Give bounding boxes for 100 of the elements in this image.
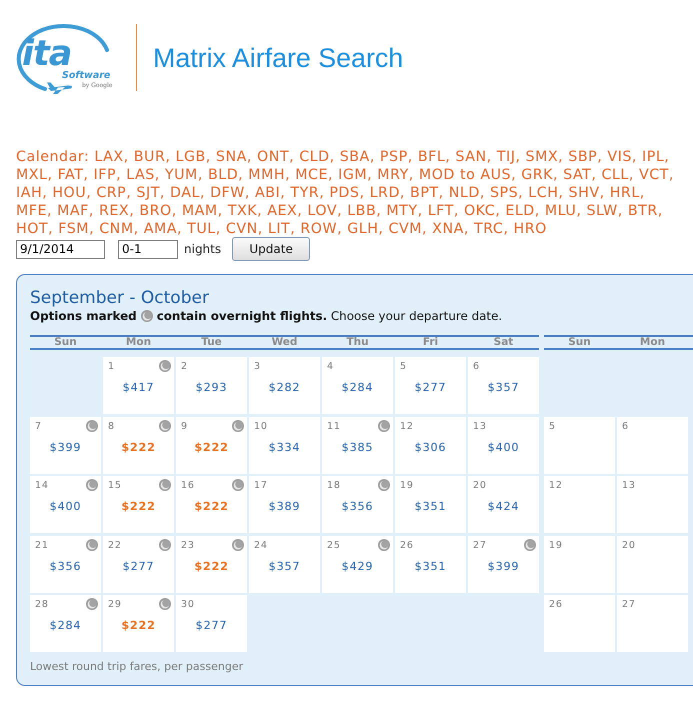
fare-price: $277 <box>414 380 448 396</box>
day-cell[interactable]: 19 <box>544 536 615 592</box>
day-cell[interactable]: 6 $357 <box>468 357 539 414</box>
fare-price: $351 <box>414 558 448 574</box>
day-cell[interactable]: 3 $282 <box>249 357 320 414</box>
day-number: 3 <box>254 360 261 373</box>
day-cell[interactable]: 8 $222 <box>103 416 174 474</box>
fare-price: $356 <box>340 499 374 515</box>
nights-label: nights <box>184 242 222 256</box>
day-cell[interactable]: 19 $351 <box>395 476 466 533</box>
day-cell[interactable]: 15 $222 <box>103 476 174 533</box>
fare-price: $400 <box>48 499 82 515</box>
day-number: 16 <box>181 479 195 492</box>
day-cell[interactable]: 12 $306 <box>395 416 466 474</box>
day-cell[interactable]: 14 $400 <box>30 476 101 533</box>
fare-price: $284 <box>48 618 82 634</box>
day-cell[interactable]: 27 $399 <box>468 536 539 592</box>
fare-price: $222 <box>120 618 157 634</box>
fare-price: $429 <box>340 558 374 574</box>
day-number: 21 <box>35 538 49 552</box>
weekday-label: Thu <box>345 337 370 348</box>
weekday-label: Sat <box>492 337 514 348</box>
day-number: 27 <box>473 538 487 552</box>
day-number: 28 <box>35 598 49 611</box>
fare-price: $222 <box>193 440 230 456</box>
day-cell[interactable]: 28 $284 <box>30 595 101 652</box>
day-cell[interactable]: 30 $277 <box>176 595 247 652</box>
day-number: 20 <box>473 479 487 492</box>
day-number: 5 <box>549 420 556 432</box>
moon-icon <box>232 420 244 432</box>
day-cell[interactable]: 25 $429 <box>322 536 393 592</box>
day-cell[interactable]: 29 $222 <box>103 595 174 652</box>
fare-price: $399 <box>486 558 520 574</box>
day-cell[interactable]: 2 $293 <box>176 357 247 414</box>
day-cell[interactable]: 9 $222 <box>176 416 247 474</box>
nights-field[interactable]: 0-1 <box>118 240 178 258</box>
fare-price: $357 <box>268 558 302 574</box>
day-cell[interactable]: 26 <box>544 595 615 652</box>
weekday-label: Tue <box>200 337 223 348</box>
day-cell[interactable]: 23 $222 <box>176 536 247 592</box>
weekday-label: Fri <box>422 337 440 348</box>
moon-icon <box>524 538 536 550</box>
day-cell[interactable]: 13 $400 <box>468 416 539 474</box>
moon-icon <box>159 360 171 372</box>
day-number: 23 <box>181 538 195 552</box>
logo-product-name: Software <box>62 70 110 80</box>
day-number: 15 <box>108 479 122 492</box>
day-number: 26 <box>549 598 563 611</box>
fare-price: $282 <box>268 380 302 396</box>
day-cell[interactable]: 26 $351 <box>395 536 466 592</box>
day-number: 17 <box>254 479 268 492</box>
day-cell[interactable]: 11 $385 <box>322 416 393 474</box>
weekday-label: Wed <box>270 337 298 348</box>
day-cell[interactable]: 7 $399 <box>30 416 101 474</box>
fare-price: $356 <box>48 558 82 574</box>
moon-icon <box>232 538 244 550</box>
moon-icon <box>378 479 390 491</box>
moon-icon <box>86 538 98 550</box>
weekday-label: Sun <box>53 337 78 348</box>
day-cell[interactable]: 5 $277 <box>395 357 466 414</box>
day-number: 26 <box>400 538 414 552</box>
fare-price: $222 <box>193 499 230 515</box>
day-cell[interactable]: 17 $389 <box>249 476 320 533</box>
day-number: 22 <box>108 538 122 552</box>
day-cell[interactable]: 21 $356 <box>30 536 101 592</box>
page-title: Matrix Airfare Search <box>153 42 404 72</box>
fare-price: $306 <box>414 440 448 456</box>
day-number: 6 <box>473 360 480 373</box>
fare-price: $400 <box>486 440 520 456</box>
day-cell[interactable]: 5 <box>544 416 615 474</box>
day-cell[interactable]: 4 $284 <box>322 357 393 414</box>
day-cell[interactable]: 13 <box>617 476 688 533</box>
weekday-label: Mon <box>124 337 152 348</box>
day-number: 11 <box>327 420 341 432</box>
day-cell[interactable]: 1 $417 <box>103 357 174 414</box>
fare-price: $385 <box>340 440 374 456</box>
day-cell[interactable]: 27 <box>617 595 688 652</box>
moon-icon <box>86 479 98 491</box>
day-cell[interactable]: 20 $424 <box>468 476 539 533</box>
update-button[interactable]: Update <box>232 237 310 261</box>
footnote: Lowest round trip fares, per passenger <box>30 660 244 673</box>
fare-price: $399 <box>48 440 82 456</box>
day-cell[interactable]: 12 <box>544 476 615 533</box>
moon-icon <box>86 420 98 432</box>
day-cell[interactable]: 18 $356 <box>322 476 393 533</box>
calendar-title: September - October <box>30 288 210 308</box>
day-cell[interactable]: 16 $222 <box>176 476 247 533</box>
fare-price: $334 <box>268 440 302 456</box>
day-cell[interactable]: 20 <box>617 536 688 592</box>
day-number: 27 <box>622 598 636 611</box>
day-number: 5 <box>400 360 407 373</box>
day-number: 19 <box>549 538 563 552</box>
day-number: 12 <box>400 420 414 432</box>
day-cell[interactable]: 6 <box>617 416 688 474</box>
day-cell[interactable]: 24 $357 <box>249 536 320 592</box>
route-list: Calendar: LAX, BUR, LGB, SNA, ONT, CLD, SBA, PSP, BFL, SAN, TIJ, SMX, SBP, VIS, IPL, MXL, FAT, IFP, LAS, YUM, BLD, MMH, MCE, IGM, MRY, MOD to AUS, GRK, SAT, CLL, VCT, IAH, HOU, CRP, SJT, DAL, DFW, ABI, TYR, PDS, LRD, BPT, NLD, SPS, LCH, SHV, HRL, MFE, MAF, REX, BRO, MAM, TXK, AEX, LOV, LBB, MTY, LFT, OKC, ELD, MLU, SLW, BTR, HOT, FSM, CNM, AMA, TUL, CVN, LIT, ROW, GLH, CVM, XNA, TRC, HRO <box>16 148 680 238</box>
date-field[interactable]: 9/1/2014 <box>16 240 105 258</box>
moon-icon <box>159 538 171 550</box>
day-cell[interactable]: 10 $334 <box>249 416 320 474</box>
day-cell[interactable]: 22 $277 <box>103 536 174 592</box>
